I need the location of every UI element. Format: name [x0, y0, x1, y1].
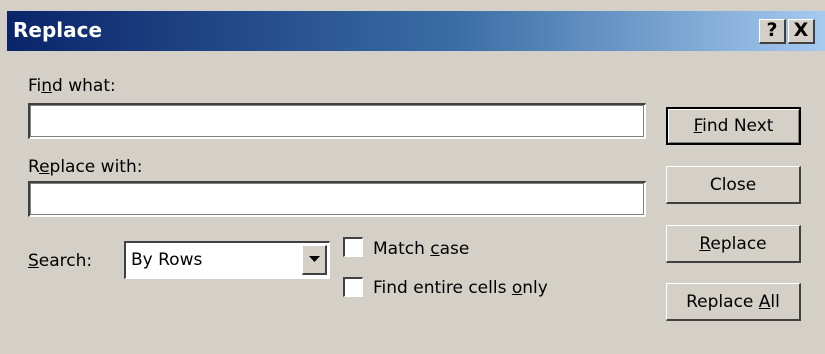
- replace-all-button[interactable]: Replace All: [666, 283, 801, 321]
- match-case-checkbox[interactable]: [343, 237, 363, 257]
- replace-all-label: Replace All: [686, 291, 780, 312]
- match-case-label[interactable]: Match case: [373, 239, 469, 259]
- replace-with-label: Replace with:: [28, 157, 143, 177]
- close-label: Close: [709, 174, 757, 195]
- search-selected-value: By Rows: [131, 250, 203, 270]
- help-icon: ?: [766, 19, 778, 41]
- entire-cells-label[interactable]: Find entire cells only: [373, 278, 548, 298]
- find-what-input[interactable]: [30, 105, 645, 138]
- find-next-button[interactable]: Find Next: [666, 107, 801, 145]
- replace-with-input[interactable]: [30, 183, 645, 216]
- chevron-down-icon: [309, 256, 320, 262]
- find-next-label: Find Next: [693, 116, 774, 136]
- close-window-button[interactable]: X: [788, 19, 815, 44]
- search-dropdown[interactable]: By Rows: [124, 241, 330, 279]
- find-what-label: Find what:: [28, 76, 116, 96]
- find-what-field[interactable]: [28, 103, 646, 139]
- replace-button[interactable]: Replace: [666, 225, 801, 263]
- help-button[interactable]: ?: [759, 19, 786, 44]
- replace-with-field[interactable]: [28, 181, 646, 217]
- close-icon: X: [793, 19, 809, 41]
- window-title: Replace: [13, 18, 103, 42]
- entire-cells-checkbox[interactable]: [343, 277, 363, 297]
- replace-dialog: Replace ? X Find what: Replace with: Sea…: [0, 0, 825, 354]
- title-bar[interactable]: Replace ? X: [7, 11, 825, 51]
- search-label: Search:: [28, 251, 93, 271]
- dropdown-arrow-button[interactable]: [302, 245, 327, 275]
- close-button[interactable]: Close: [666, 166, 801, 204]
- replace-label: Replace: [699, 233, 767, 254]
